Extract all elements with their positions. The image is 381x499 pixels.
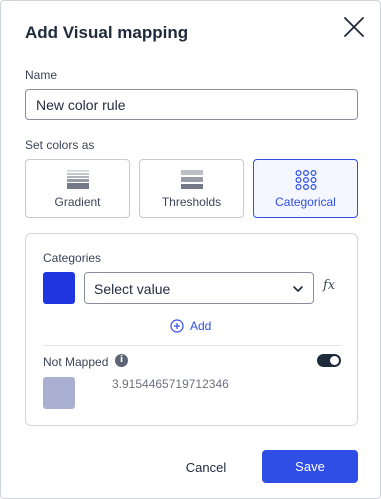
thresholds-option[interactable]: Thresholds [139, 159, 244, 218]
info-icon: i [115, 354, 128, 367]
categories-panel: Categories Select value fx Add Not Mappe… [25, 233, 358, 426]
add-label: Add [190, 319, 212, 333]
close-icon [344, 17, 364, 37]
name-input[interactable] [25, 89, 358, 120]
categories-label: Categories [43, 251, 102, 265]
gradient-option[interactable]: Gradient [25, 159, 130, 218]
categorical-icon [294, 170, 317, 190]
add-category-button[interactable]: Add [170, 317, 211, 335]
category-value-select[interactable]: Select value [84, 272, 314, 304]
categorical-option[interactable]: Categorical [253, 159, 358, 218]
set-colors-label: Set colors as [25, 138, 95, 152]
divider [43, 345, 342, 346]
dialog-title: Add Visual mapping [25, 23, 189, 42]
not-mapped-toggle[interactable] [317, 354, 341, 367]
thresholds-label: Thresholds [161, 195, 222, 209]
category-color-swatch[interactable] [43, 272, 75, 304]
toggle-knob [330, 356, 339, 365]
thresholds-icon [180, 170, 203, 189]
gradient-icon [66, 170, 89, 189]
select-value-text: Select value [94, 281, 171, 297]
add-visual-mapping-dialog: Add Visual mapping Name Set colors as Gr… [0, 0, 381, 499]
fx-icon[interactable]: fx [323, 278, 335, 293]
categorical-label: Categorical [275, 195, 336, 209]
cancel-button[interactable]: Cancel [171, 451, 241, 483]
not-mapped-color-swatch[interactable] [43, 377, 75, 409]
add-circle-icon [170, 319, 184, 333]
gradient-label: Gradient [54, 195, 101, 209]
not-mapped-value: 3.9154465719712346 [112, 377, 229, 391]
name-label: Name [25, 68, 58, 82]
chevron-down-icon [293, 286, 303, 292]
close-button[interactable] [340, 13, 368, 41]
not-mapped-label: Not Mapped [43, 355, 109, 369]
save-button[interactable]: Save [262, 450, 358, 483]
